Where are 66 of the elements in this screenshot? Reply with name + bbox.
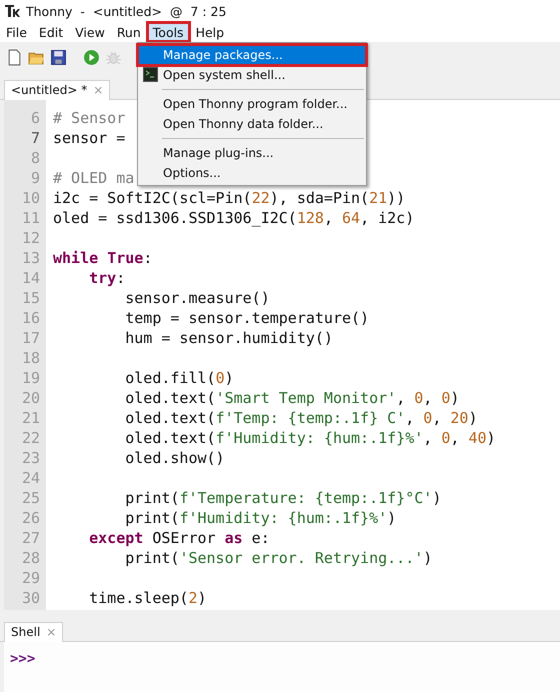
line-number: 20	[20, 388, 41, 408]
shell-prompt: >>>	[10, 651, 36, 667]
menu-item[interactable]: Open system shell...	[138, 65, 366, 85]
line-number: 15	[20, 288, 41, 308]
code-line: try:	[88, 269, 126, 287]
line-number: 7	[30, 128, 41, 148]
terminal-icon	[143, 67, 158, 82]
code-line: while True:	[53, 249, 152, 267]
line-number: 27	[20, 528, 41, 548]
code-line: sensor.measure()	[124, 289, 270, 307]
line-number: 14	[20, 268, 41, 288]
line-number: 25	[20, 488, 41, 508]
line-number: 16	[20, 308, 41, 328]
tab[interactable]: Shell ×	[4, 622, 64, 642]
line-number: 28	[20, 548, 41, 568]
code-line: except OSError as e:	[88, 529, 270, 547]
code-line: print('Sensor error. Retrying...')	[124, 549, 432, 567]
code-line: oled.text(f'Humidity: {hum:.1f}%', 0, 40)	[124, 429, 496, 447]
line-number: 21	[20, 408, 41, 428]
line-number: 12	[20, 228, 41, 248]
tab[interactable]: <untitled> * ×	[4, 80, 110, 100]
line-number: 29	[20, 568, 41, 588]
code-line: oled.show()	[124, 449, 225, 467]
menu-item[interactable]: Run	[110, 22, 147, 42]
line-number: 9	[30, 168, 41, 188]
menu-item[interactable]: File	[0, 22, 33, 42]
code-line: temp = sensor.temperature()	[124, 309, 370, 327]
menu-item[interactable]: Tools	[146, 22, 190, 42]
line-number: 19	[20, 368, 41, 388]
menu-item[interactable]: Open Thonny program folder...	[138, 94, 366, 114]
line-number: 23	[20, 448, 41, 468]
line-number: 26	[20, 508, 41, 528]
line-number: 8	[30, 148, 41, 168]
code-line: time.sleep(2)	[88, 589, 207, 607]
menu-item[interactable]: Manage packages...	[138, 45, 366, 65]
code-line: oled.text('Smart Temp Monitor', 0, 0)	[124, 389, 460, 407]
run-icon[interactable]	[83, 48, 100, 66]
line-number: 6	[30, 108, 41, 128]
code-line: print(f'Temperature: {temp:.1f}°C')	[124, 489, 442, 507]
app-logo-icon	[4, 3, 20, 19]
menu-item[interactable]: Options...	[138, 163, 366, 183]
line-number: 18	[20, 348, 41, 368]
code-line: hum = sensor.humidity()	[124, 329, 333, 347]
line-number: 10	[20, 188, 41, 208]
line-number: 11	[20, 208, 41, 228]
code-line: print(f'Humidity: {hum:.1f}%')	[124, 509, 396, 527]
line-number: 30	[20, 588, 41, 608]
save-icon[interactable]	[50, 48, 67, 66]
code-line: sensor =	[53, 129, 126, 147]
code-line: i2c = SoftI2C(scl=Pin(22), sda=Pin(21))	[53, 189, 406, 207]
code-line: oled = ssd1306.SSD1306_I2C(128, 64, i2c)	[53, 209, 414, 227]
menu-item[interactable]: Help	[190, 22, 230, 42]
code-line: # Sensor	[53, 109, 126, 127]
window-title: Thonny - <untitled> @ 7 : 25	[26, 4, 226, 18]
line-number: 13	[20, 248, 41, 268]
code-line: oled.text(f'Temp: {temp:.1f} C', 0, 20)	[124, 409, 478, 427]
line-number: 24	[20, 468, 41, 488]
line-number: 17	[20, 328, 41, 348]
code-line: # OLED ma	[53, 169, 134, 187]
menu-item[interactable]: View	[69, 22, 111, 42]
code-line: oled.fill(0)	[124, 369, 234, 387]
menu-item[interactable]: Open Thonny data folder...	[138, 114, 366, 134]
menu-item[interactable]: Edit	[32, 22, 70, 42]
menu-item[interactable]: Manage plug-ins...	[138, 143, 366, 163]
line-number: 22	[20, 428, 41, 448]
new-file-icon[interactable]	[6, 48, 23, 66]
